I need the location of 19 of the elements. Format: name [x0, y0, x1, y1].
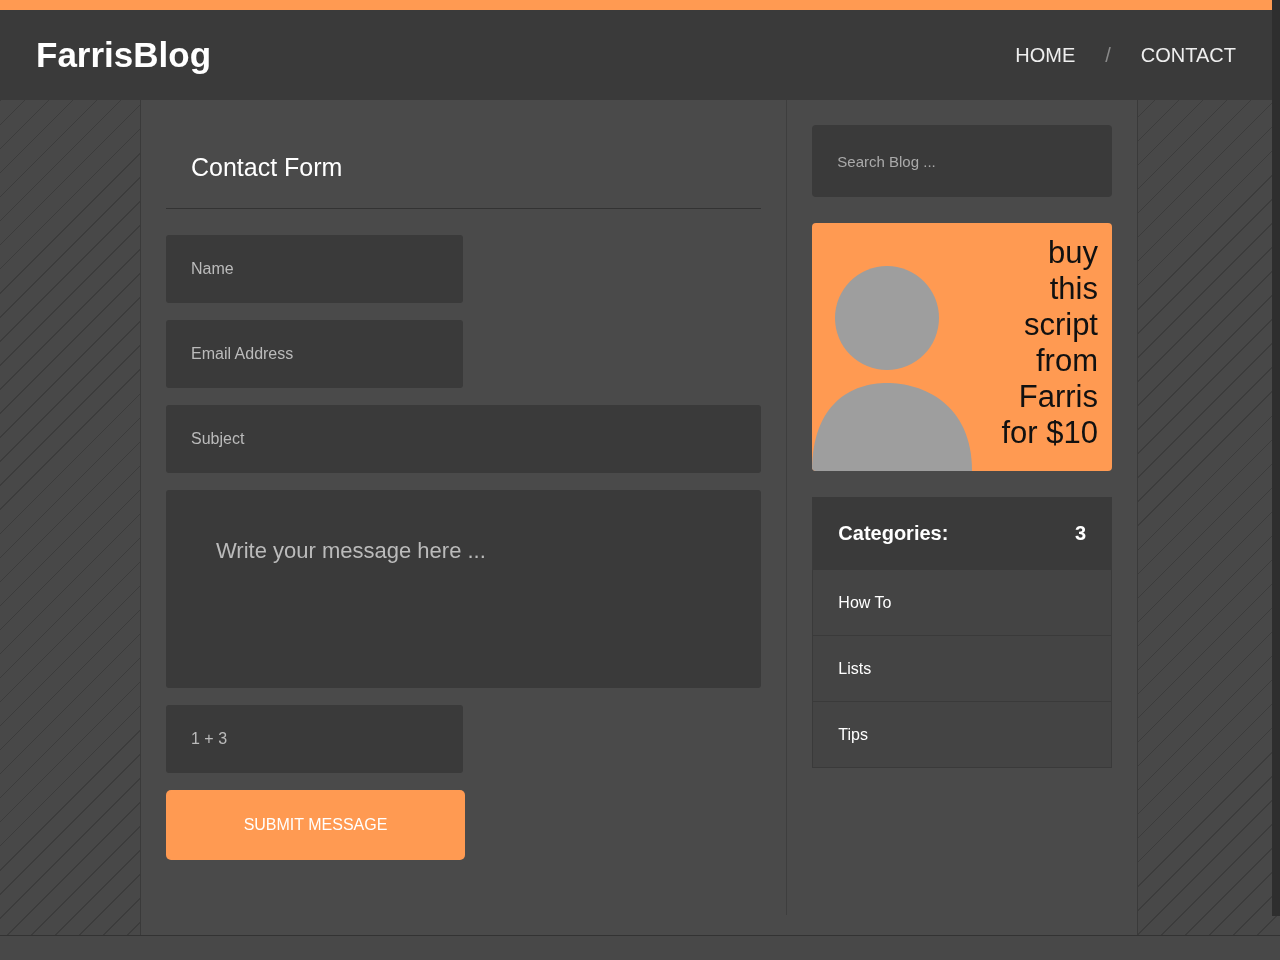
category-link[interactable]: Lists	[813, 635, 1111, 701]
categories-count: 3	[1074, 522, 1086, 545]
input-field[interactable]: Subject	[166, 405, 761, 473]
categories-title: Categories:	[838, 522, 949, 545]
scrollbar[interactable]	[1272, 0, 1280, 916]
category-link[interactable]: How To	[813, 569, 1111, 635]
input-field[interactable]: Name	[166, 235, 463, 303]
search-field[interactable]: Search Blog ...	[812, 125, 1112, 197]
category-link[interactable]: Tips	[813, 701, 1111, 767]
message-field[interactable]: Write your message here ...	[166, 490, 761, 688]
ad-banner[interactable]: buy this script from Farris for $10	[812, 223, 1112, 471]
input-field[interactable]: 1 + 3	[166, 705, 463, 773]
nav-separator: /	[1105, 43, 1111, 67]
ad-text: buy this script from Farris for $10	[1001, 234, 1099, 452]
nav-link[interactable]: HOME	[1015, 43, 1076, 67]
site-logo[interactable]: FarrisBlog	[36, 35, 212, 75]
input-field[interactable]: Email Address	[166, 320, 463, 388]
form-title: Contact Form	[166, 125, 762, 209]
nav-link[interactable]: CONTACT	[1140, 43, 1236, 67]
